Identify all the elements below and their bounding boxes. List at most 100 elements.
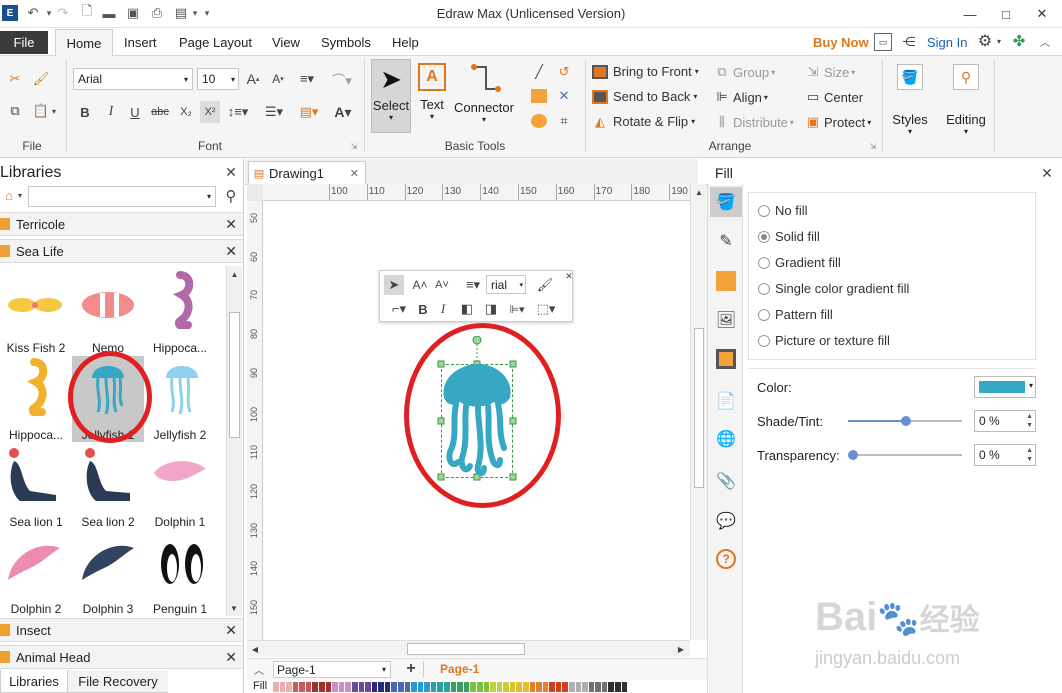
close-window-button[interactable]: ✕ [1024, 0, 1060, 28]
maximize-button[interactable]: □ [988, 0, 1024, 28]
paste-icon[interactable]: 📋 [32, 102, 50, 120]
group-button[interactable]: ⧉ Group ▾ [715, 64, 775, 80]
shade-tint-input[interactable]: 0 % ▲ ▼ [974, 410, 1036, 432]
color-swatch[interactable] [279, 682, 286, 692]
cross-tool-icon[interactable]: ✕ [555, 87, 573, 105]
color-swatch[interactable] [312, 682, 319, 692]
fill-option-gradient-fill[interactable]: Gradient fill [758, 255, 841, 270]
canvas-vertical-scrollbar[interactable]: ▲ [690, 184, 707, 640]
close-icon[interactable]: ✕ [225, 216, 237, 233]
help-icon[interactable]: ? [716, 549, 736, 569]
tab-view[interactable]: View [272, 35, 300, 50]
fill-option-picture-texture[interactable]: Picture or texture fill [758, 333, 890, 348]
library-section-insect[interactable]: Insect ✕ [0, 618, 243, 642]
text-background-icon[interactable]: ▤▾ [296, 103, 322, 121]
color-swatch[interactable] [615, 682, 621, 692]
shade-tint-thumb[interactable] [901, 416, 911, 426]
crop-tool-icon[interactable]: ⌗ [555, 112, 573, 130]
library-section-animal-head[interactable]: Animal Head ✕ [0, 645, 243, 669]
strikethrough-icon[interactable]: abc [150, 103, 170, 121]
bold-icon[interactable]: B [416, 301, 430, 317]
protect-button[interactable]: ▣ Protect ▾ [806, 114, 871, 130]
add-page-icon[interactable]: + [403, 660, 419, 678]
minimize-button[interactable]: — [952, 0, 988, 28]
text-direction-icon[interactable]: ⌒▾ [328, 70, 356, 88]
bold-icon[interactable]: B [78, 103, 92, 121]
arc-tool-icon[interactable]: ↺ [555, 63, 573, 81]
spinner-arrows-icon[interactable]: ▲ ▼ [1026, 412, 1033, 430]
color-swatch[interactable] [358, 682, 365, 692]
font-name-select[interactable]: Arial ▾ [73, 68, 193, 90]
text-align-icon[interactable]: ≡▾ [296, 70, 318, 88]
buy-now-link[interactable]: Buy Now [813, 35, 869, 50]
shrink-font-icon[interactable]: A˅ [434, 277, 450, 293]
italic-icon[interactable]: I [104, 103, 118, 121]
color-swatch[interactable] [411, 682, 417, 692]
tab-libraries[interactable]: Libraries [0, 670, 68, 693]
color-swatch[interactable] [397, 682, 404, 692]
distribute-button[interactable]: ⫼ Distribute ▾ [715, 114, 794, 130]
chevron-down-icon[interactable]: ▾ [16, 190, 24, 200]
color-swatch[interactable] [621, 682, 628, 692]
color-swatch[interactable] [338, 682, 345, 692]
text-tool-button[interactable]: A Text ▾ [416, 59, 448, 133]
color-swatch[interactable] [457, 682, 463, 692]
scroll-left-icon[interactable]: ◀ [247, 641, 263, 657]
format-painter-icon[interactable]: 🖌 [536, 276, 554, 294]
close-icon[interactable]: ✕ [1040, 165, 1054, 181]
shape-penguin-1[interactable]: Penguin 1 [144, 530, 216, 616]
paste-dropdown-icon[interactable]: ▾ [50, 106, 58, 116]
close-icon[interactable]: ✕ [350, 167, 359, 180]
shape-dolphin-2[interactable]: Dolphin 2 [0, 530, 72, 616]
color-swatch[interactable] [516, 682, 522, 692]
scroll-thumb[interactable] [229, 312, 240, 438]
mini-font-select[interactable]: rial ▾ [486, 275, 526, 294]
color-swatch[interactable] [404, 682, 411, 692]
transparency-thumb[interactable] [848, 450, 858, 460]
color-swatch[interactable] [417, 682, 424, 692]
format-painter-icon[interactable]: 🖌 [32, 70, 50, 88]
color-swatch[interactable] [444, 682, 450, 692]
collapse-ribbon-icon[interactable]: ︿ [1038, 34, 1052, 49]
tab-page-layout[interactable]: Page Layout [179, 35, 252, 50]
fill-option-solid-fill[interactable]: Solid fill [758, 229, 820, 244]
rotate-flip-button[interactable]: ◭ Rotate & Flip ▾ [592, 114, 695, 130]
scroll-down-icon[interactable]: ▼ [227, 600, 241, 616]
fill-icon[interactable]: 🪣 [710, 187, 742, 217]
color-swatch[interactable] [569, 682, 575, 692]
tab-drawing1[interactable]: ▤ Drawing1 ✕ [248, 161, 366, 185]
settings-gear-icon[interactable]: ⚙ [976, 32, 994, 50]
copy-icon[interactable]: ⧉ [6, 102, 24, 120]
italic-icon[interactable]: I [436, 301, 450, 317]
rectangle-tool-icon[interactable] [531, 89, 547, 103]
center-button[interactable]: ▭ Center [806, 89, 863, 105]
account-card-icon[interactable]: ▭ [874, 33, 892, 51]
tab-file-recovery[interactable]: File Recovery [68, 670, 168, 693]
align-icon[interactable]: ⊫▾ [506, 301, 528, 317]
color-swatch[interactable] [496, 682, 503, 692]
attachment-icon[interactable]: 📎 [714, 469, 738, 493]
color-swatch[interactable] [470, 682, 476, 692]
shape-hippocampus-2[interactable]: Hippoca... [0, 356, 72, 442]
align-button[interactable]: ⊫ Align ▾ [715, 89, 768, 105]
line-style-icon[interactable]: ✎ [714, 229, 738, 253]
arrange-dialog-launcher-icon[interactable]: ⇲ [868, 141, 878, 151]
scroll-right-icon[interactable]: ▶ [673, 641, 689, 657]
library-section-terricole[interactable]: Terricole ✕ [0, 212, 243, 236]
color-swatch[interactable] [463, 682, 470, 692]
color-swatch[interactable] [351, 682, 358, 692]
color-swatch[interactable] [345, 682, 351, 692]
search-icon[interactable]: ⚲ [222, 186, 240, 206]
scroll-thumb[interactable] [694, 328, 704, 488]
font-dialog-launcher-icon[interactable]: ⇲ [349, 141, 359, 151]
color-swatch[interactable] [365, 682, 371, 692]
library-search-input[interactable]: ▾ [28, 186, 216, 207]
shape-dolphin-3[interactable]: Dolphin 3 [72, 530, 144, 616]
color-swatch[interactable] [522, 682, 529, 692]
shape-style-icon[interactable] [716, 271, 736, 291]
transparency-input[interactable]: 0 % ▲ ▼ [974, 444, 1036, 466]
line-spacing-icon[interactable]: ↕≡▾ [225, 103, 251, 121]
color-swatch[interactable] [529, 682, 536, 692]
color-swatch[interactable] [325, 682, 332, 692]
comment-icon[interactable]: 💬 [714, 509, 738, 533]
